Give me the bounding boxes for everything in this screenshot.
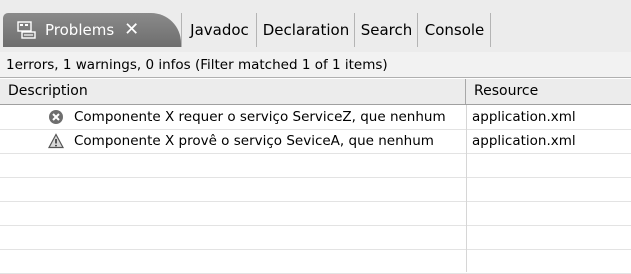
tab-declaration-label: Declaration bbox=[262, 21, 350, 39]
cell-description: Componente X provê o serviço SeviceA, qu… bbox=[0, 129, 466, 153]
problem-description: Componente X provê o serviço SeviceA, qu… bbox=[74, 133, 434, 149]
table-body: Componente X requer o serviço ServiceZ, … bbox=[0, 105, 631, 274]
problem-resource: application.xml bbox=[472, 133, 576, 149]
empty-row bbox=[0, 201, 631, 226]
problems-summary: 1errors, 1 warnings, 0 infos (Filter mat… bbox=[0, 52, 631, 78]
tab-declaration[interactable]: Declaration bbox=[256, 13, 355, 47]
table-row[interactable]: Componente X requer o serviço ServiceZ, … bbox=[0, 105, 631, 130]
problem-resource: application.xml bbox=[472, 109, 576, 125]
tab-javadoc[interactable]: Javadoc bbox=[181, 13, 257, 47]
tab-javadoc-label: Javadoc bbox=[190, 21, 249, 39]
problems-view: Problems ✕ Javadoc Declaration Search Co… bbox=[0, 0, 631, 274]
table-header: Description Resource bbox=[0, 79, 631, 105]
view-tab-bar: Problems ✕ Javadoc Declaration Search Co… bbox=[0, 0, 631, 53]
tab-search-label: Search bbox=[360, 21, 413, 39]
empty-row bbox=[0, 177, 631, 202]
table-row[interactable]: Componente X provê o serviço SeviceA, qu… bbox=[0, 129, 631, 154]
tab-problems[interactable]: Problems ✕ bbox=[3, 13, 181, 47]
tab-console-label: Console bbox=[424, 21, 485, 39]
problems-table: Description Resource Componente X requer… bbox=[0, 79, 631, 274]
empty-row bbox=[0, 153, 631, 178]
problem-description: Componente X requer o serviço ServiceZ, … bbox=[74, 109, 446, 125]
column-header-description[interactable]: Description bbox=[0, 79, 466, 104]
empty-row bbox=[0, 225, 631, 250]
tab-console[interactable]: Console bbox=[417, 13, 491, 47]
tab-problems-label: Problems bbox=[45, 21, 115, 39]
warning-icon bbox=[48, 133, 64, 149]
cell-description: Componente X requer o serviço ServiceZ, … bbox=[0, 105, 466, 129]
close-icon[interactable]: ✕ bbox=[124, 21, 139, 39]
tab-search[interactable]: Search bbox=[354, 13, 418, 47]
tab-divider bbox=[490, 13, 491, 47]
error-icon bbox=[49, 110, 63, 124]
problems-icon bbox=[17, 21, 36, 39]
column-header-resource[interactable]: Resource bbox=[466, 79, 631, 104]
column-separator bbox=[466, 105, 467, 272]
empty-row bbox=[0, 249, 631, 274]
